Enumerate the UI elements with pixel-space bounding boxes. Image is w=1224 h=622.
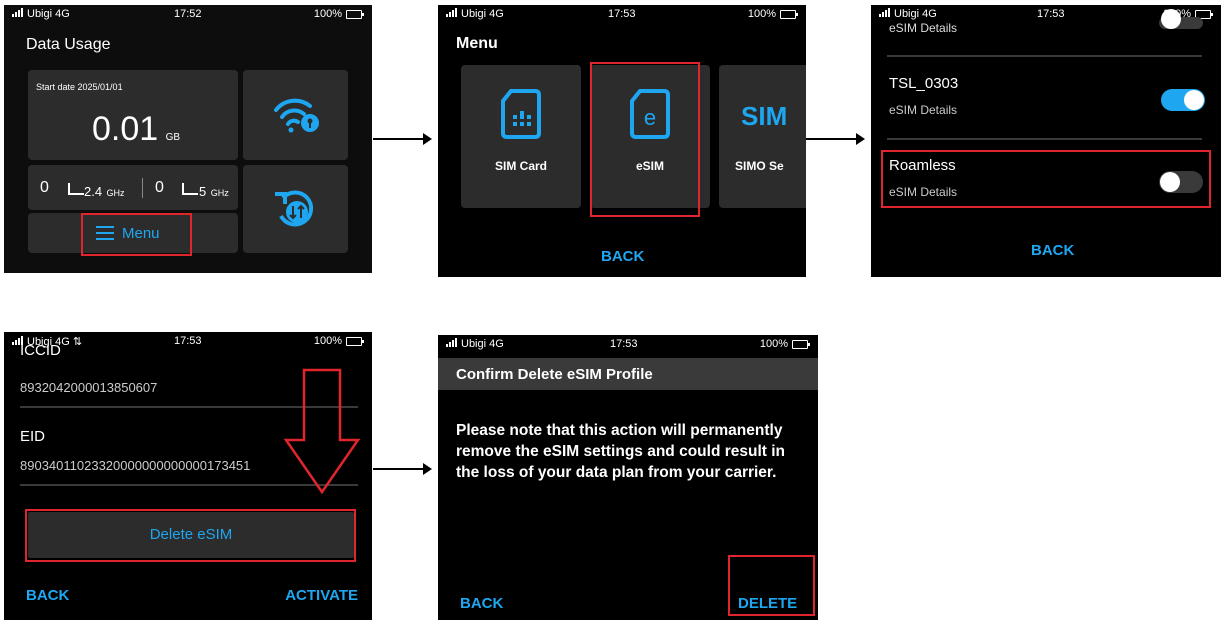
- signal-icon: [879, 8, 891, 20]
- eid-label: EID: [20, 428, 46, 445]
- sim-card-icon: [501, 89, 541, 139]
- connected-devices-tile[interactable]: 0 2.4 GHz 0 5 GHz: [28, 165, 238, 210]
- sync-tile[interactable]: [243, 165, 348, 253]
- delete-esim-highlight: [25, 509, 356, 562]
- flow-arrow-2: [806, 133, 865, 145]
- profile-item[interactable]: TSL_0303 eSIM Details: [871, 65, 1221, 135]
- activate-button[interactable]: ACTIVATE: [285, 587, 358, 604]
- tile-label: SIM Card: [494, 159, 547, 173]
- simo-icon: SIM: [741, 101, 788, 131]
- status-time: 17:53: [1037, 8, 1065, 20]
- signal-icon: [446, 8, 458, 20]
- status-time: 17:53: [174, 335, 202, 347]
- status-time: 17:53: [610, 338, 638, 350]
- simo-tile[interactable]: SIM SIMO Se: [719, 65, 806, 208]
- wifi-settings-tile[interactable]: [243, 70, 348, 160]
- band1-count: 0: [40, 179, 49, 196]
- laptop-icon: [68, 183, 84, 195]
- menu-highlight: [81, 213, 192, 256]
- page-title: Data Usage: [26, 36, 111, 53]
- signal-indicator: Ubigi 4G: [446, 338, 504, 350]
- battery-indicator: 100%: [748, 8, 798, 20]
- band1-label: 2.4 GHz: [84, 184, 125, 199]
- status-bar: Ubigi 4G 17:52 100%: [4, 5, 372, 25]
- status-time: 17:53: [608, 8, 636, 20]
- dialog-title: Confirm Delete eSIM Profile: [456, 366, 653, 383]
- sim-card-tile[interactable]: SIM Card: [461, 65, 581, 208]
- dialog-header: Confirm Delete eSIM Profile: [438, 358, 818, 390]
- usage-readout: 0.01 GB: [92, 110, 180, 149]
- esim-highlight: [590, 62, 700, 217]
- sync-transfer-icon: [275, 190, 314, 227]
- signal-indicator: Ubigi 4G: [879, 8, 937, 20]
- divider: [887, 138, 1202, 140]
- battery-icon: [792, 339, 810, 349]
- data-usage-tile[interactable]: Start date 2025/01/01 0.01 GB: [28, 70, 238, 160]
- start-date: Start date 2025/01/01: [36, 82, 123, 92]
- page-title: Menu: [456, 35, 498, 52]
- laptop-icon: [182, 183, 198, 195]
- iccid-label: ICCID: [20, 342, 61, 359]
- delete-highlight: [728, 555, 815, 616]
- band-divider: [142, 178, 143, 198]
- tile-label: SIMO Se: [735, 159, 784, 173]
- profile-sub: eSIM Details: [889, 103, 958, 117]
- back-button[interactable]: BACK: [1031, 242, 1074, 259]
- profile-name: TSL_0303: [889, 75, 959, 92]
- flow-arrow-3: [373, 463, 432, 475]
- wifi-key-icon: [274, 98, 319, 133]
- battery-indicator: 100%: [760, 338, 810, 350]
- battery-icon: [780, 9, 798, 19]
- signal-icon: [446, 338, 458, 350]
- status-bar: Ubigi 4G 17:53 100%: [438, 335, 818, 355]
- signal-icon: [12, 8, 24, 20]
- screen-esim-profiles: Ubigi 4G 17:53 100% eSIM Details TSL_030…: [871, 5, 1221, 277]
- profile-toggle-on[interactable]: [1161, 89, 1205, 111]
- list-item-sub: eSIM Details: [889, 21, 958, 35]
- iccid-value: 8932042000013850607: [20, 380, 158, 395]
- scroll-down-arrow-icon: [283, 368, 361, 495]
- usage-unit: GB: [165, 132, 181, 143]
- back-button[interactable]: BACK: [601, 248, 644, 265]
- flow-arrow-1: [373, 133, 432, 145]
- roamless-highlight: [881, 150, 1211, 208]
- band2-label: 5 GHz: [199, 184, 229, 199]
- signal-indicator: Ubigi 4G: [446, 8, 504, 20]
- signal-indicator: Ubigi 4G: [12, 8, 70, 20]
- band2-count: 0: [155, 179, 164, 196]
- divider: [887, 55, 1202, 57]
- battery-indicator: 100%: [314, 8, 364, 20]
- status-bar: Ubigi 4G 17:53 100%: [438, 5, 806, 25]
- back-button[interactable]: BACK: [26, 587, 69, 604]
- eid-value: 89034011023320000000000000173451: [20, 458, 251, 473]
- battery-icon: [346, 336, 364, 346]
- battery-indicator: 100%: [314, 335, 364, 347]
- battery-icon: [346, 9, 364, 19]
- dialog-message: Please note that this action will perman…: [456, 422, 786, 481]
- back-button[interactable]: BACK: [460, 595, 503, 612]
- usage-value: 0.01: [92, 110, 159, 148]
- status-time: 17:52: [174, 8, 202, 20]
- profile-toggle[interactable]: [1159, 9, 1203, 29]
